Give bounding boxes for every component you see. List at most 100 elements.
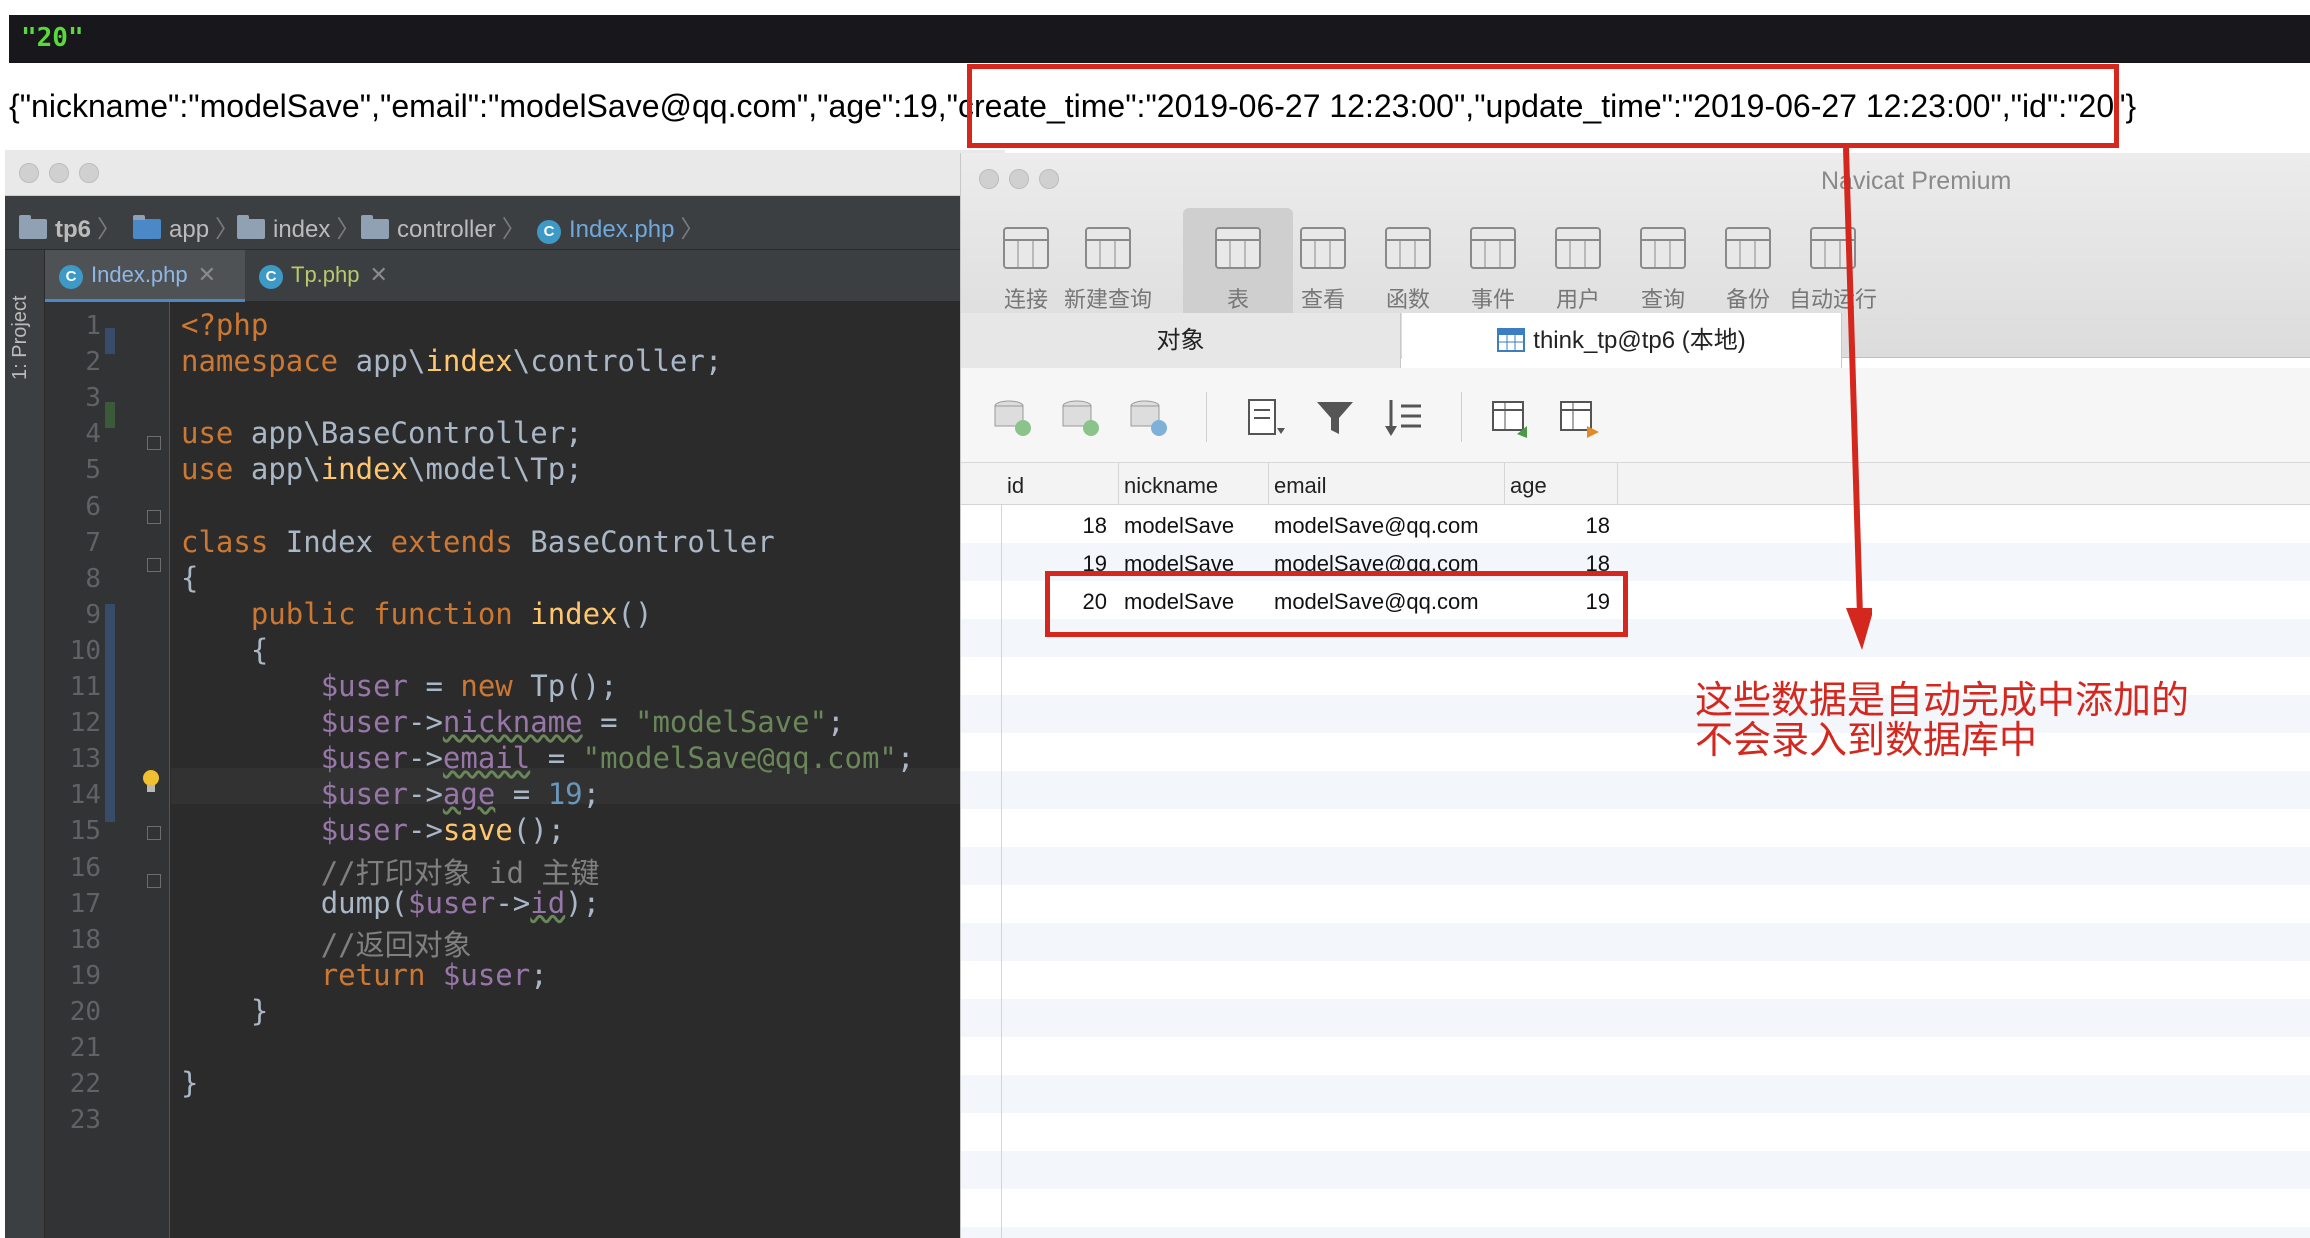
filter-icon[interactable] xyxy=(1313,396,1357,440)
fold-marker-icon[interactable] xyxy=(147,558,161,572)
breadcrumb-item-app[interactable]: app 〉 xyxy=(133,209,245,244)
folder-icon xyxy=(19,215,47,239)
code-line: use app\index\model\Tp; xyxy=(181,452,583,486)
code-token: "modelSave@qq.com" xyxy=(582,741,897,776)
breadcrumb-item-tp6[interactable]: tp6 〉 xyxy=(19,209,127,244)
commit-icon[interactable] xyxy=(1059,396,1103,440)
code-token: age xyxy=(442,777,496,812)
code-token: = xyxy=(408,669,461,703)
tab-objects[interactable]: 对象 xyxy=(961,313,1401,373)
close-icon[interactable]: ✕ xyxy=(198,262,216,287)
code-token: $user xyxy=(320,813,408,848)
breadcrumb-label: Index.php xyxy=(569,216,675,243)
backup-icon xyxy=(1725,227,1771,269)
line-number: 7 xyxy=(85,527,101,558)
php-class-icon: C xyxy=(259,265,283,289)
code-line: { xyxy=(181,561,198,595)
minimize-window-button[interactable] xyxy=(1009,169,1029,189)
code-token: use xyxy=(181,452,234,487)
cell-age[interactable]: 18 xyxy=(1510,513,1610,539)
code-token: class xyxy=(181,524,269,559)
zoom-window-button[interactable] xyxy=(1039,169,1059,189)
code-token: -> xyxy=(408,813,443,848)
column-header-email[interactable]: email xyxy=(1274,473,1327,499)
column-header-age[interactable]: age xyxy=(1510,473,1547,499)
code-token: $user xyxy=(320,777,408,812)
breadcrumb-item-file[interactable]: C Index.php 〉 xyxy=(537,209,710,244)
object-tabs: 对象 think_tp@tp6 (本地) xyxy=(961,313,2310,373)
table-row xyxy=(961,961,2310,999)
close-icon[interactable]: ✕ xyxy=(370,262,388,287)
cell-email[interactable]: modelSave@qq.com xyxy=(1274,513,1479,539)
code-token: app xyxy=(250,416,304,451)
lightbulb-icon[interactable] xyxy=(140,769,162,795)
tab-table-think-tp[interactable]: think_tp@tp6 (本地) xyxy=(1402,313,1842,373)
code-token: index xyxy=(425,344,513,379)
annotation-line-2: 不会录入到数据库中 xyxy=(1695,718,2038,762)
user-icon xyxy=(1555,227,1601,269)
code-line: use app\BaseController; xyxy=(181,416,583,450)
code-line: dump($user->id); xyxy=(181,886,600,920)
table-row xyxy=(961,1075,2310,1113)
function-icon xyxy=(1385,227,1431,269)
line-number: 2 xyxy=(85,347,101,378)
code-token: -> xyxy=(495,885,531,920)
column-separator[interactable] xyxy=(1118,463,1119,505)
project-tool-button[interactable]: 1: Project xyxy=(9,296,32,380)
code-editor[interactable]: <?php namespace app\index\controller; use … xyxy=(171,302,1005,1238)
column-separator[interactable] xyxy=(1268,463,1269,505)
export-icon[interactable] xyxy=(1557,396,1601,440)
code-token: \ xyxy=(303,452,321,487)
fold-marker-icon[interactable] xyxy=(147,826,161,840)
code-token: ; xyxy=(565,416,583,451)
zoom-window-button[interactable] xyxy=(79,163,99,183)
column-separator[interactable] xyxy=(1504,463,1505,505)
view-icon xyxy=(1300,227,1346,269)
code-line: } xyxy=(181,994,268,1028)
text-document-icon[interactable] xyxy=(1243,396,1287,440)
tab-tp-php[interactable]: C Tp.php ✕ xyxy=(245,250,425,302)
code-token: { xyxy=(181,560,199,595)
close-window-button[interactable] xyxy=(979,169,999,189)
breadcrumb-item-index[interactable]: index 〉 xyxy=(237,209,366,244)
new-query-icon xyxy=(1085,227,1131,269)
tab-index-php[interactable]: C Index.php ✕ xyxy=(45,250,245,302)
minimize-window-button[interactable] xyxy=(49,163,69,183)
dump-output-bar: "20" xyxy=(9,15,2310,63)
cell-nickname[interactable]: modelSave xyxy=(1124,513,1234,539)
code-token: //返回对象 xyxy=(320,927,472,962)
table-row xyxy=(961,999,2310,1037)
code-token: ; xyxy=(565,452,583,487)
line-number: 21 xyxy=(69,1033,101,1063)
sort-icon[interactable] xyxy=(1381,396,1425,440)
line-number: 17 xyxy=(69,888,101,919)
column-header-id[interactable]: id xyxy=(1007,473,1024,499)
highlight-box-timestamps xyxy=(967,64,2119,148)
toolbar-new-query-button[interactable]: 新建查询 xyxy=(1053,208,1163,328)
begin-transaction-icon[interactable] xyxy=(991,396,1035,440)
folder-icon xyxy=(361,215,389,239)
cell-id[interactable]: 18 xyxy=(1007,513,1107,539)
close-window-button[interactable] xyxy=(19,163,39,183)
import-icon[interactable] xyxy=(1489,396,1533,440)
table-row[interactable]: 18 modelSave modelSave@qq.com 18 xyxy=(961,505,2310,543)
column-header-nickname[interactable]: nickname xyxy=(1124,473,1218,499)
line-number: 23 xyxy=(69,1105,101,1136)
fold-marker-icon[interactable] xyxy=(147,874,161,888)
table-row xyxy=(961,1037,2310,1075)
query-icon xyxy=(1640,227,1686,269)
code-token: (); xyxy=(512,813,566,848)
line-number: 18 xyxy=(69,924,101,955)
column-separator[interactable] xyxy=(1617,463,1618,505)
code-token: new xyxy=(460,669,513,703)
fold-marker-icon[interactable] xyxy=(147,510,161,524)
fold-marker-icon[interactable] xyxy=(147,436,161,450)
rollback-icon[interactable] xyxy=(1127,396,1171,440)
breadcrumb-item-controller[interactable]: controller 〉 xyxy=(361,209,532,244)
code-token: } xyxy=(181,1066,199,1101)
code-token: = xyxy=(530,741,583,776)
